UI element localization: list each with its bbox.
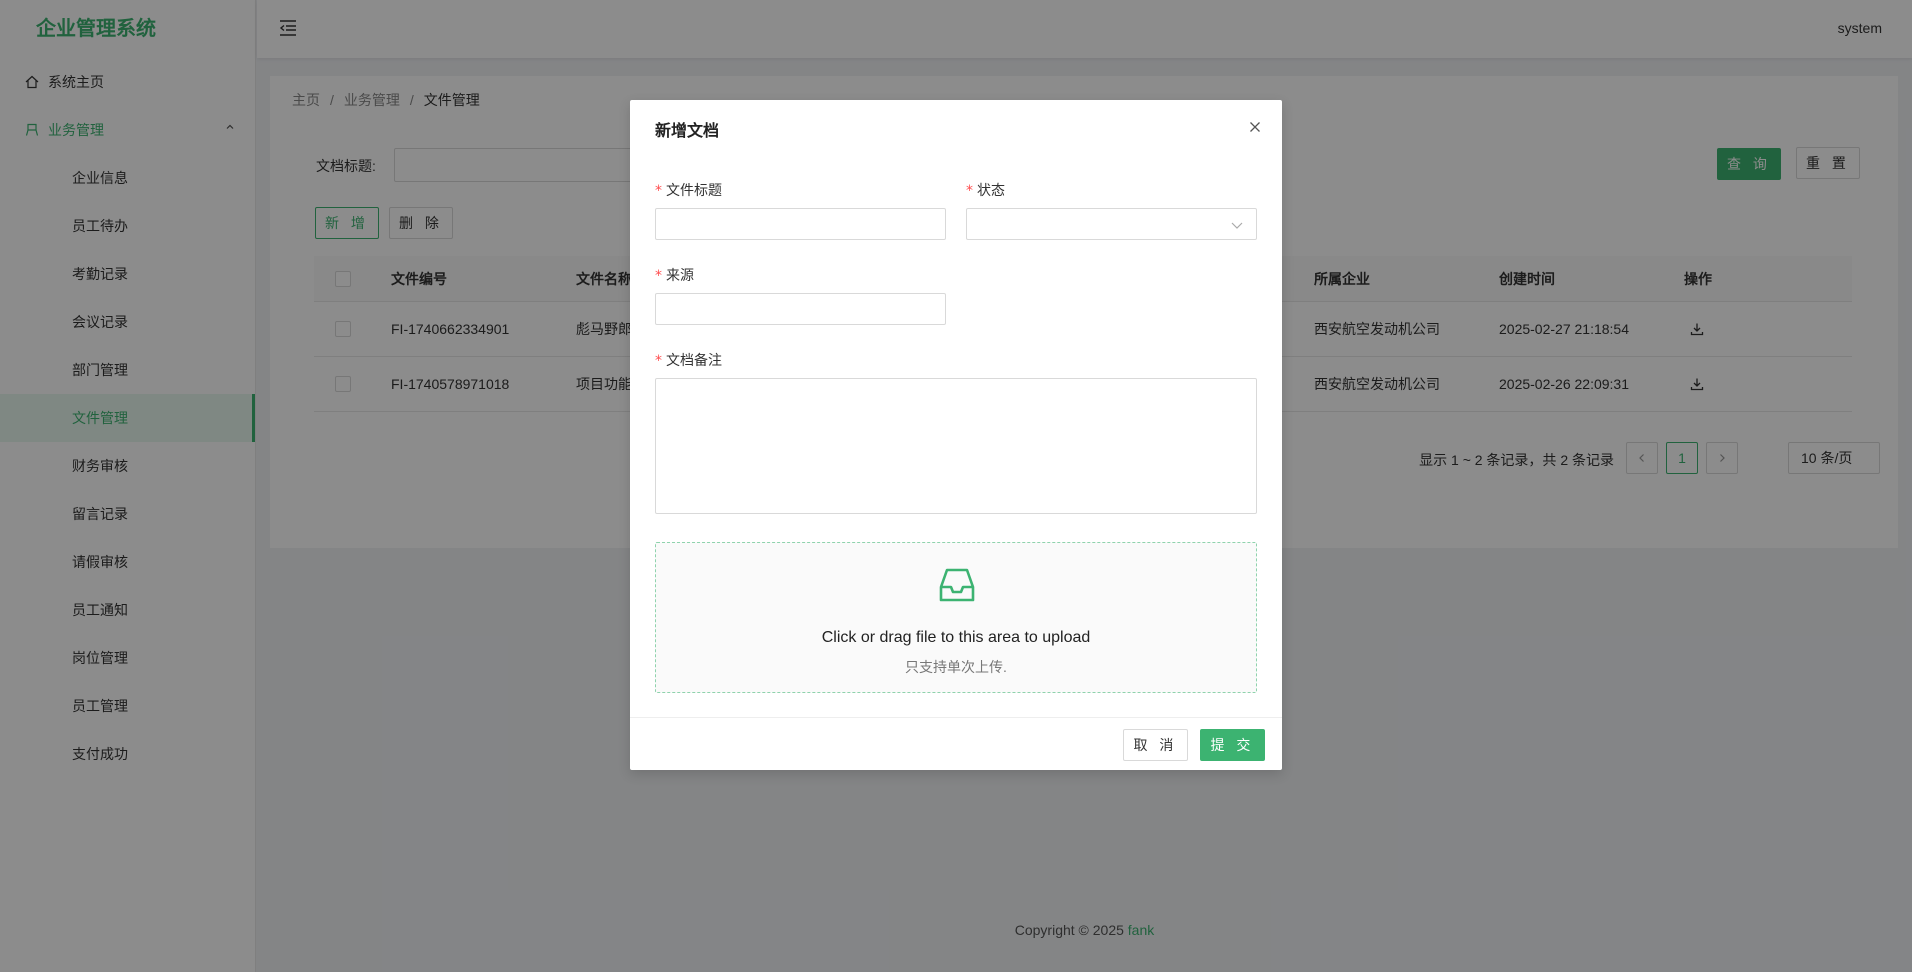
modal-title: 新增文档 — [655, 123, 720, 140]
inbox-icon — [937, 565, 977, 608]
submit-button[interactable]: 提 交 — [1200, 729, 1265, 761]
source-label-text: 来源 — [666, 267, 694, 283]
required-mark: * — [655, 183, 662, 199]
remark-textarea[interactable] — [655, 378, 1257, 514]
status-label: * 状态 — [966, 180, 1005, 200]
source-label: * 来源 — [655, 265, 694, 285]
required-mark: * — [966, 183, 973, 199]
cancel-button[interactable]: 取 消 — [1123, 729, 1188, 761]
upload-hint: 只支持单次上传. — [905, 659, 1007, 675]
chevron-down-icon — [1230, 218, 1244, 235]
modal-footer: 取 消 提 交 — [630, 717, 1282, 770]
file-title-input[interactable] — [655, 208, 946, 240]
remark-label-text: 文档备注 — [666, 352, 722, 368]
source-input[interactable] — [655, 293, 946, 325]
file-title-label-text: 文件标题 — [666, 182, 722, 198]
upload-text: Click or drag file to this area to uploa… — [821, 629, 1091, 646]
required-mark: * — [655, 268, 662, 284]
upload-dragger[interactable]: Click or drag file to this area to uploa… — [655, 542, 1257, 693]
file-title-label: * 文件标题 — [655, 180, 722, 200]
close-icon[interactable] — [1244, 116, 1266, 138]
status-label-text: 状态 — [977, 182, 1005, 198]
required-mark: * — [655, 353, 662, 369]
status-select[interactable] — [966, 208, 1257, 240]
remark-label: * 文档备注 — [655, 350, 722, 370]
add-document-modal: 新增文档 * 文件标题 * 状态 * 来源 * 文档备注 Click or drag f… — [630, 100, 1282, 770]
